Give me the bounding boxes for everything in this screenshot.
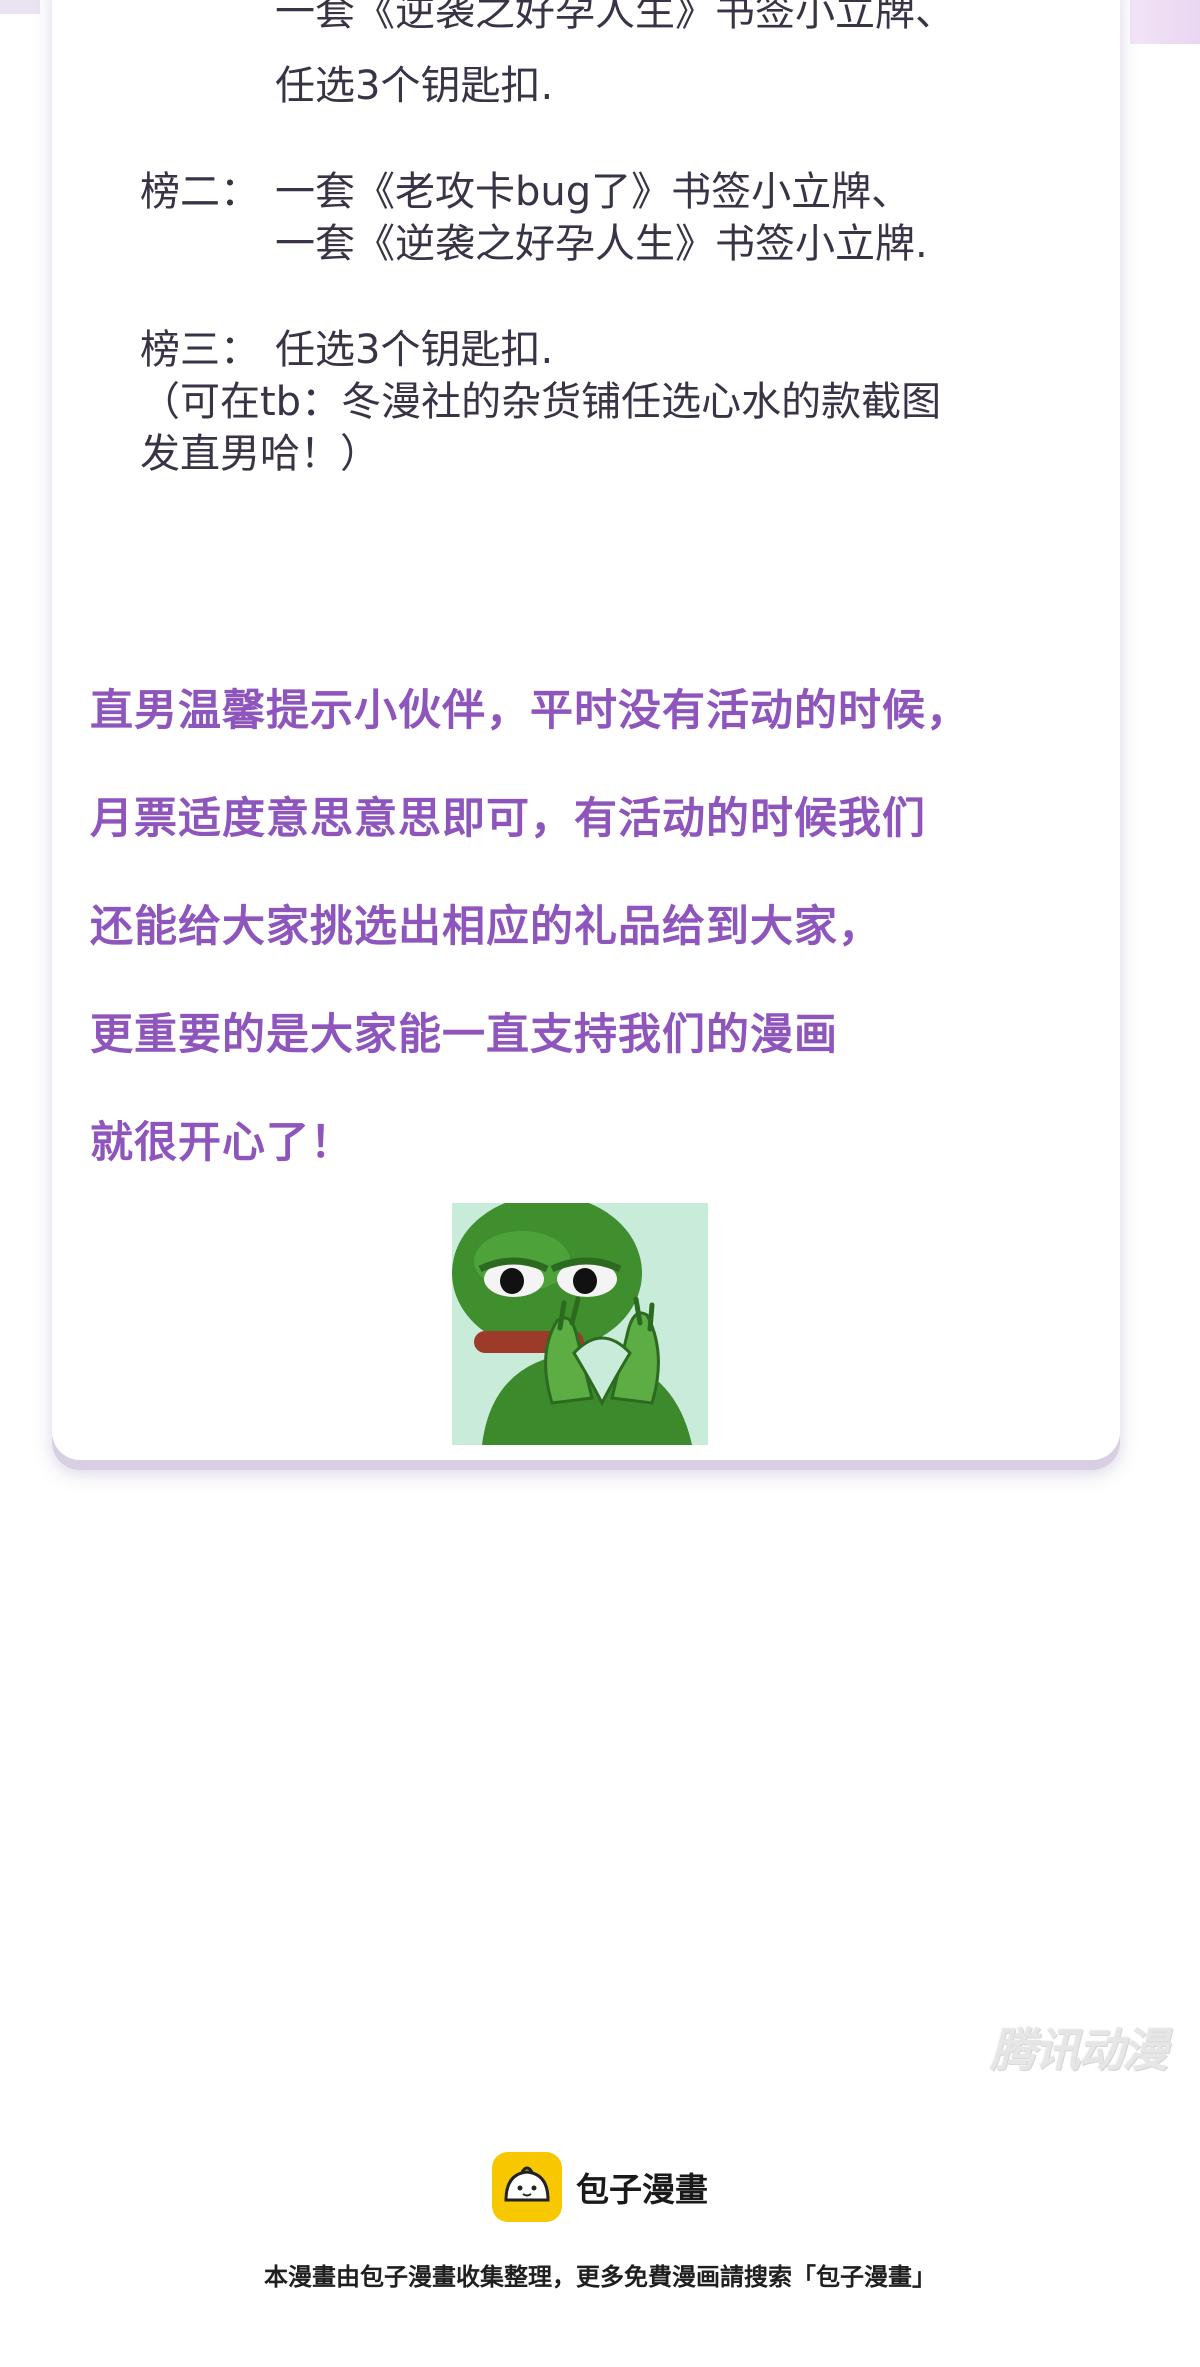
top-decor-left	[0, 0, 40, 14]
footer-note: 本漫畫由包子漫畫收集整理，更多免費漫画請搜索「包子漫畫」	[264, 2263, 936, 2291]
brand-link[interactable]: 包子漫畫	[492, 2152, 708, 2222]
top-decor-right	[1130, 0, 1200, 44]
rank1-line2: 任选3个钥匙扣.	[275, 63, 554, 109]
rank3-line1: 任选3个钥匙扣.	[275, 327, 554, 373]
rank3-label: 榜三：	[140, 327, 260, 373]
comic-page: 一套《逆袭之好孕人生》书签小立牌、 任选3个钥匙扣. 榜二： 一套《老攻卡bug…	[0, 0, 1200, 2367]
rank1-line1: 一套《逆袭之好孕人生》书签小立牌、	[275, 0, 955, 35]
rank2-line1: 一套《老攻卡bug了》书签小立牌、	[275, 169, 912, 215]
note-line1: （可在tb：冬漫社的杂货铺任选心水的款截图	[140, 379, 942, 425]
rank2-line2: 一套《逆袭之好孕人生》书签小立牌.	[275, 221, 928, 267]
rank2-label: 榜二：	[140, 169, 260, 215]
tencent-comics-watermark: 腾讯动漫	[990, 2023, 1168, 2077]
tip-line-5: 就很开心了！	[90, 1118, 354, 1168]
bun-logo-icon	[492, 2152, 562, 2222]
note-line2: 发直男哈！）	[140, 431, 380, 477]
brand-name: 包子漫畫	[576, 2170, 708, 2209]
tip-line-4: 更重要的是大家能一直支持我们的漫画	[90, 1010, 838, 1060]
tip-line-3: 还能给大家挑选出相应的礼品给到大家，	[90, 902, 882, 952]
tip-line-2: 月票适度意思意思即可，有活动的时候我们	[90, 794, 926, 844]
frog-heart-meme-image	[452, 1203, 708, 1445]
tip-line-1: 直男温馨提示小伙伴，平时没有活动的时候，	[90, 686, 970, 736]
